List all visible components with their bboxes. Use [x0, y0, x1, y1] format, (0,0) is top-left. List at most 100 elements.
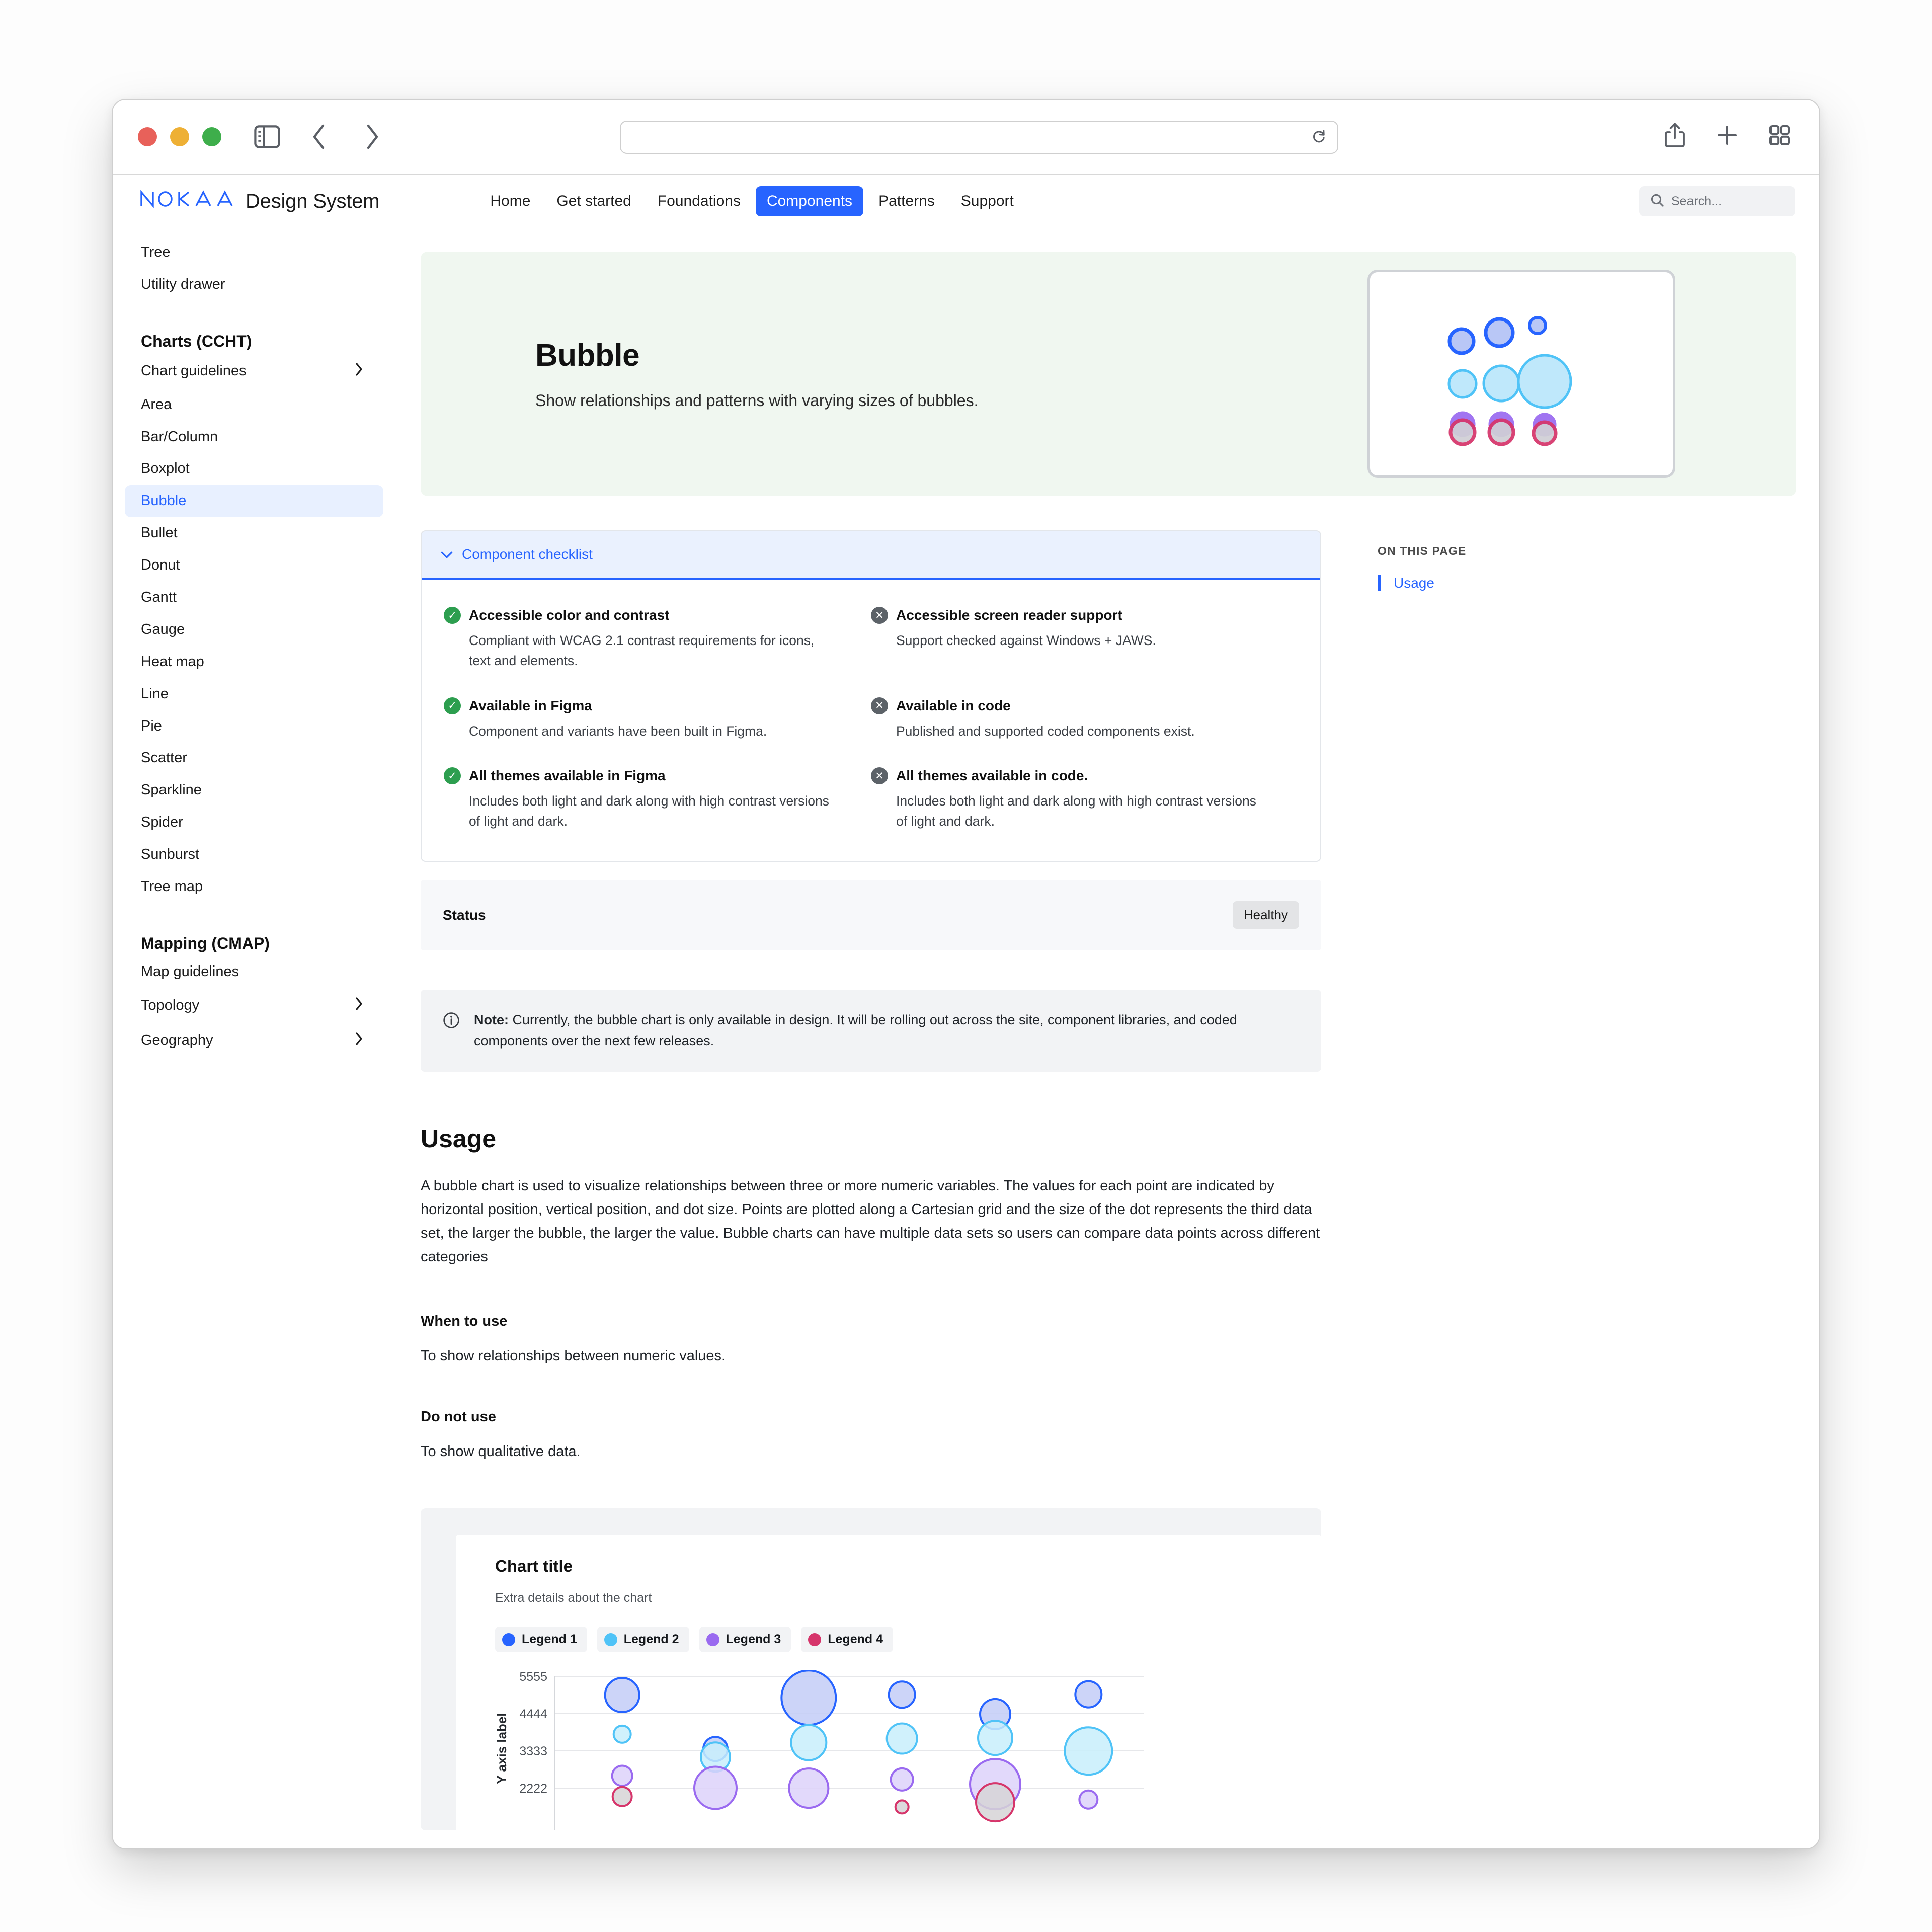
- chevron-down-icon: [441, 546, 453, 562]
- bubble-point: [611, 1786, 633, 1808]
- checklist-header[interactable]: Component checklist: [422, 531, 1320, 580]
- bubble-point: [780, 1669, 837, 1726]
- usage-paragraph: A bubble chart is used to visualize rela…: [421, 1178, 1320, 1265]
- legend-item-1[interactable]: Legend 1: [495, 1627, 587, 1653]
- chevron-right-icon: [354, 362, 363, 381]
- sidebar-item-chart-guidelines[interactable]: Chart guidelines: [125, 354, 383, 389]
- sidebar-item-bullet[interactable]: Bullet: [125, 517, 383, 549]
- checklist-item-desc: Published and supported coded components…: [896, 723, 1195, 739]
- sidebar-item-donut[interactable]: Donut: [125, 549, 383, 582]
- bubble-point: [693, 1765, 738, 1810]
- sidebar-item-tree-map[interactable]: Tree map: [125, 871, 383, 903]
- legend-swatch-icon: [604, 1633, 617, 1646]
- zoom-window-button[interactable]: [202, 127, 221, 146]
- nav-components[interactable]: Components: [755, 186, 864, 216]
- site-header: Design System Home Get started Foundatio…: [113, 175, 1819, 227]
- bubble-plot-svg: Y axis label 5555 4444 3333 2222: [494, 1669, 1144, 1831]
- bubble-point: [604, 1677, 640, 1714]
- bubble-point: [894, 1799, 910, 1815]
- sidebar-item-line[interactable]: Line: [125, 678, 383, 710]
- toc-item-usage[interactable]: Usage: [1378, 575, 1466, 591]
- checklist-item-desc: Support checked against Windows + JAWS.: [896, 633, 1156, 648]
- legend-item-4[interactable]: Legend 4: [801, 1627, 893, 1653]
- nav-get-started[interactable]: Get started: [545, 186, 642, 216]
- checklist-item-title: All themes available in Figma: [469, 768, 666, 784]
- new-tab-icon[interactable]: [1716, 124, 1739, 149]
- sidebar-item-bubble[interactable]: Bubble: [125, 485, 383, 518]
- sidebar-item-gauge[interactable]: Gauge: [125, 614, 383, 646]
- address-bar[interactable]: [620, 121, 1338, 154]
- reload-icon[interactable]: [1311, 128, 1326, 147]
- nav-home[interactable]: Home: [479, 186, 541, 216]
- chart-example-card: Chart title Extra details about the char…: [456, 1535, 1321, 1831]
- browser-titlebar: [113, 100, 1819, 175]
- sidebar-item-label: Topology: [141, 997, 200, 1013]
- bubble-point: [1078, 1790, 1099, 1810]
- legend-item-3[interactable]: Legend 3: [699, 1627, 791, 1653]
- when-to-use-heading: When to use: [421, 1313, 508, 1330]
- sidebar-item-map-guidelines[interactable]: Map guidelines: [125, 956, 383, 988]
- sidebar-item-label: Line: [141, 685, 169, 702]
- chart-example-shell: Chart title Extra details about the char…: [421, 1508, 1321, 1831]
- share-icon[interactable]: [1663, 122, 1686, 151]
- bubble-point: [888, 1680, 916, 1709]
- nokia-wordmark-icon: [140, 190, 233, 208]
- sidebar-group-mapping: Mapping (CMAP): [141, 934, 270, 952]
- search-input[interactable]: Search...: [1639, 186, 1795, 216]
- sidebar-item-geography[interactable]: Geography: [125, 1023, 383, 1059]
- y-axis-tick-label: 4444: [519, 1707, 547, 1721]
- sidebar-item-heat-map[interactable]: Heat map: [125, 646, 383, 678]
- sidebar-item-gantt[interactable]: Gantt: [125, 582, 383, 614]
- when-to-use-text: To show relationships between numeric va…: [421, 1348, 726, 1364]
- sidebar-toggle-icon[interactable]: [252, 121, 283, 152]
- chart-plot-area: Y axis label 5555 4444 3333 2222: [494, 1669, 1321, 1831]
- legend-label: Legend 3: [726, 1632, 781, 1647]
- sidebar-item-scatter[interactable]: Scatter: [125, 742, 383, 774]
- minimize-window-button[interactable]: [170, 127, 189, 146]
- checklist-item-title: Available in Figma: [469, 697, 592, 713]
- checklist-item: ✕ Accessible screen reader support Suppo…: [871, 607, 1298, 671]
- x-circle-icon: ✕: [871, 697, 888, 714]
- nav-patterns[interactable]: Patterns: [867, 186, 946, 216]
- sidebar-item-label: Pie: [141, 717, 162, 734]
- close-window-button[interactable]: [138, 127, 157, 146]
- on-this-page-label: ON THIS PAGE: [1378, 544, 1467, 557]
- tab-overview-icon[interactable]: [1768, 124, 1791, 149]
- note-body: Currently, the bubble chart is only avai…: [474, 1012, 1237, 1049]
- sidebar-item-label: Boxplot: [141, 460, 190, 477]
- sidebar-item-label: Area: [141, 396, 172, 413]
- sidebar-item-pie[interactable]: Pie: [125, 710, 383, 743]
- sidebar-item-tree[interactable]: Tree: [125, 236, 383, 269]
- sidebar-item-bar-column[interactable]: Bar/Column: [125, 421, 383, 453]
- browser-window: Design System Home Get started Foundatio…: [112, 99, 1820, 1849]
- bubble-point: [975, 1782, 1015, 1823]
- component-checklist: Component checklist ✓ Accessible color a…: [421, 530, 1321, 862]
- chevron-right-icon: [354, 1031, 363, 1051]
- sidebar-item-sparkline[interactable]: Sparkline: [125, 774, 383, 807]
- page-title: Bubble: [535, 338, 640, 373]
- legend-label: Legend 1: [522, 1632, 577, 1647]
- bubble-preview-graphic: [1447, 316, 1572, 446]
- checklist-item-title: All themes available in code.: [896, 768, 1088, 784]
- sidebar-item-spider[interactable]: Spider: [125, 807, 383, 839]
- brand-logo[interactable]: Design System: [140, 190, 380, 213]
- sidebar-item-label: Bar/Column: [141, 428, 218, 445]
- usage-heading: Usage: [421, 1124, 497, 1153]
- sidebar-item-utility-drawer[interactable]: Utility drawer: [125, 269, 383, 301]
- bubble-point: [890, 1767, 914, 1792]
- sidebar-item-area[interactable]: Area: [125, 389, 383, 421]
- checklist-item-title: Accessible color and contrast: [469, 607, 670, 623]
- forward-button[interactable]: [356, 121, 387, 152]
- desktop-background: Design System Home Get started Foundatio…: [0, 0, 1932, 1932]
- content-area: Component checklist ✓ Accessible color a…: [421, 496, 1796, 1831]
- on-this-page: ON THIS PAGE Usage: [1378, 530, 1466, 1830]
- nav-support[interactable]: Support: [950, 186, 1025, 216]
- legend-swatch-icon: [502, 1633, 515, 1646]
- sidebar-item-boxplot[interactable]: Boxplot: [125, 453, 383, 485]
- sidebar-item-topology[interactable]: Topology: [125, 988, 383, 1023]
- checklist-item-desc: Component and variants have been built i…: [469, 723, 767, 739]
- nav-foundations[interactable]: Foundations: [647, 186, 752, 216]
- sidebar-item-sunburst[interactable]: Sunburst: [125, 839, 383, 871]
- back-button[interactable]: [304, 121, 335, 152]
- legend-item-2[interactable]: Legend 2: [597, 1627, 689, 1653]
